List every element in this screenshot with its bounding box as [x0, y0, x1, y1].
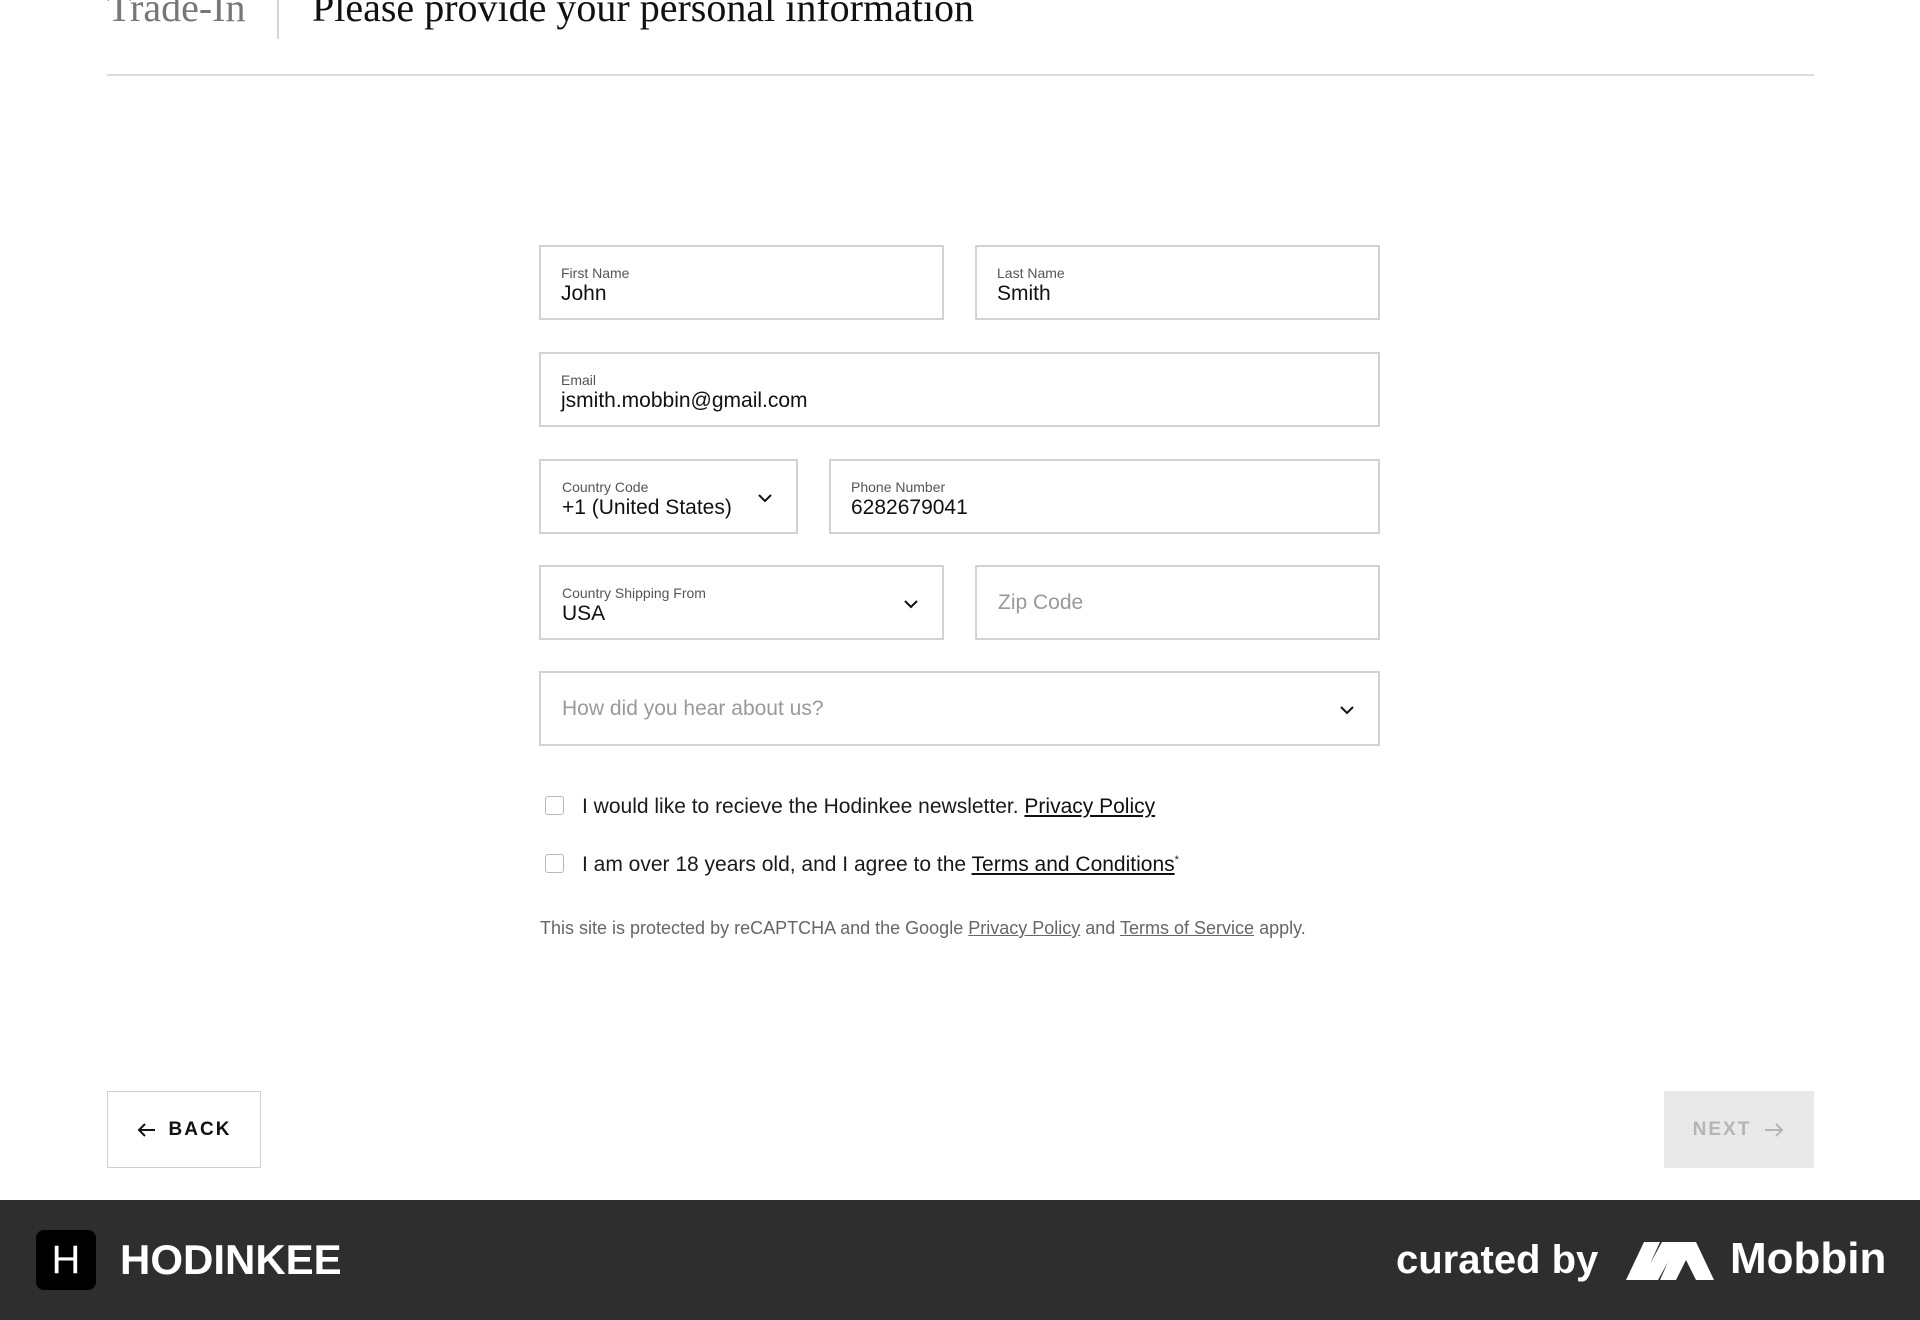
- email-label: Email: [561, 372, 597, 388]
- phone-number-label: Phone Number: [851, 479, 946, 495]
- first-name-field[interactable]: First Name John: [539, 245, 944, 320]
- legal-suffix: apply.: [1259, 918, 1306, 938]
- shipping-country-select[interactable]: Country Shipping From USA: [539, 565, 944, 640]
- country-code-select[interactable]: Country Code +1 (United States): [539, 459, 798, 534]
- country-code-value: +1 (United States): [562, 496, 732, 519]
- shipping-country-label: Country Shipping From: [562, 585, 706, 601]
- newsletter-text: I would like to recieve the Hodinkee new…: [582, 795, 1019, 818]
- terms-link[interactable]: Terms and Conditions: [972, 853, 1175, 876]
- section-title: Trade-In: [107, 0, 246, 30]
- terms-checkbox[interactable]: [545, 854, 564, 873]
- email-value: jsmith.mobbin@gmail.com: [561, 389, 808, 412]
- required-mark: *: [1174, 854, 1179, 866]
- chevron-down-icon: [1340, 706, 1354, 715]
- zip-code-field[interactable]: Zip Code: [975, 565, 1380, 640]
- brand-name: HODINKEE: [120, 1236, 342, 1283]
- mobbin-logo-icon: [1626, 1242, 1714, 1280]
- zip-code-placeholder: Zip Code: [998, 591, 1084, 614]
- newsletter-checkbox[interactable]: [545, 796, 564, 815]
- phone-number-field[interactable]: Phone Number 6282679041: [829, 459, 1380, 534]
- first-name-value: John: [561, 282, 607, 305]
- google-privacy-link[interactable]: Privacy Policy: [968, 918, 1080, 938]
- hodinkee-logo: H: [36, 1230, 96, 1290]
- legal-prefix: This site is protected by reCAPTCHA and …: [540, 918, 964, 938]
- curated-by-text: curated by: [1396, 1238, 1599, 1282]
- header-divider: [277, 0, 279, 39]
- mobbin-wordmark: Mobbin: [1730, 1234, 1887, 1283]
- recaptcha-notice: This site is protected by reCAPTCHA and …: [540, 918, 1306, 939]
- legal-and: and: [1085, 918, 1116, 938]
- back-button[interactable]: BACK: [107, 1091, 261, 1168]
- arrow-right-icon: [1765, 1122, 1784, 1137]
- last-name-label: Last Name: [997, 265, 1065, 281]
- arrow-left-icon: [137, 1122, 155, 1137]
- chevron-down-icon: [758, 494, 772, 503]
- next-button[interactable]: NEXT: [1664, 1091, 1814, 1168]
- terms-row: I am over 18 years old, and I agree to t…: [545, 853, 1179, 877]
- terms-text: I am over 18 years old, and I agree to t…: [582, 853, 967, 876]
- footer-bar: H HODINKEE curated by Mobbin: [0, 1200, 1920, 1320]
- page-title: Please provide your personal information: [312, 0, 975, 30]
- logo-letter: H: [51, 1237, 81, 1282]
- phone-number-value: 6282679041: [851, 496, 968, 519]
- country-code-label: Country Code: [562, 479, 649, 495]
- newsletter-row: I would like to recieve the Hodinkee new…: [545, 795, 1155, 819]
- shipping-country-value: USA: [562, 602, 606, 625]
- chevron-down-icon: [904, 600, 918, 609]
- next-button-label: NEXT: [1692, 1118, 1752, 1140]
- first-name-label: First Name: [561, 265, 630, 281]
- page-header: Trade-In Please provide your personal in…: [107, 0, 1814, 76]
- last-name-value: Smith: [997, 282, 1051, 305]
- newsletter-privacy-link[interactable]: Privacy Policy: [1024, 795, 1155, 818]
- referral-select[interactable]: How did you hear about us?: [539, 671, 1380, 746]
- back-button-label: BACK: [168, 1118, 232, 1140]
- google-terms-link[interactable]: Terms of Service: [1120, 918, 1254, 938]
- referral-placeholder: How did you hear about us?: [562, 697, 824, 720]
- last-name-field[interactable]: Last Name Smith: [975, 245, 1380, 320]
- email-field[interactable]: Email jsmith.mobbin@gmail.com: [539, 352, 1380, 427]
